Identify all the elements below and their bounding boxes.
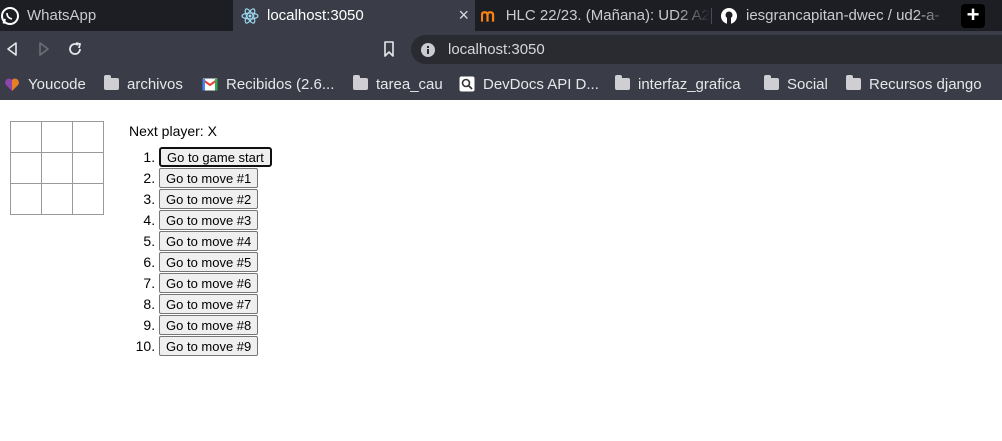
go-to-move-9-button[interactable]: Go to move #9: [159, 336, 259, 356]
bookmark-label: tarea_cau: [376, 75, 443, 93]
go-to-move-8-button[interactable]: Go to move #8: [159, 315, 259, 335]
square-3[interactable]: [10, 152, 42, 184]
bookmark-label: Recursos django: [869, 75, 982, 93]
board-row: [10, 183, 104, 215]
new-tab-button[interactable]: +: [961, 4, 985, 28]
board-row: [10, 121, 104, 153]
go-to-move-1-button[interactable]: Go to move #1: [159, 168, 259, 188]
bookmark-icon: [384, 41, 394, 57]
square-6[interactable]: [10, 183, 42, 215]
move-item: Go to game start: [159, 147, 272, 168]
forward-icon: [39, 42, 49, 56]
bookmark-label: DevDocs API D...: [483, 75, 599, 93]
bookmark-label: interfaz_grafica: [638, 75, 741, 93]
bookmark-tarea-cau[interactable]: tarea_cau: [353, 68, 443, 100]
github-icon: [721, 7, 737, 24]
move-item: Go to move #8: [159, 315, 272, 336]
square-5[interactable]: [72, 152, 104, 184]
back-button[interactable]: [1, 38, 23, 60]
board-row: [10, 152, 104, 184]
move-item: Go to move #2: [159, 189, 272, 210]
bookmark-button[interactable]: [378, 38, 400, 60]
address-bar[interactable]: localhost:3050: [411, 35, 1002, 64]
move-item: Go to move #3: [159, 210, 272, 231]
folder-icon: [615, 75, 630, 90]
square-0[interactable]: [10, 121, 42, 153]
tab-localhost-label: localhost:3050: [267, 7, 364, 24]
info-icon: [421, 42, 435, 57]
bookmark-label: Youcode: [28, 75, 86, 93]
bookmark-label: archivos: [127, 75, 183, 93]
reload-icon: [69, 42, 82, 55]
folder-icon: [104, 75, 119, 90]
tab-fade: [916, 0, 952, 31]
move-item: Go to move #9: [159, 336, 272, 357]
page-content: Next player: X Go to game start Go to mo…: [0, 100, 1002, 441]
move-item: Go to move #6: [159, 273, 272, 294]
bookmarks-bar: Youcode archivos Recibidos (2.6... tarea…: [0, 68, 1002, 100]
folder-icon: [353, 75, 368, 90]
move-item: Go to move #5: [159, 252, 272, 273]
folder-icon: [846, 75, 861, 90]
go-to-move-7-button[interactable]: Go to move #7: [159, 294, 259, 314]
url-text: localhost:3050: [448, 41, 545, 58]
tab-hlc[interactable]: HLC 22/23. (Mañana): UD2 A2: [475, 0, 710, 31]
bookmark-archivos[interactable]: archivos: [104, 68, 183, 100]
tab-github[interactable]: iesgrancapitan-dwec / ud2-a-: [712, 0, 952, 31]
tab-localhost[interactable]: localhost:3050 ×: [233, 0, 475, 31]
youcode-icon: [5, 78, 19, 91]
forward-button[interactable]: [33, 38, 55, 60]
bookmark-devdocs[interactable]: DevDocs API D...: [459, 68, 599, 100]
reload-button[interactable]: [64, 38, 86, 60]
whatsapp-icon: [1, 6, 19, 25]
moodle-icon: [481, 10, 495, 22]
devdocs-icon: [459, 76, 475, 92]
tab-whatsapp[interactable]: WhatsApp: [0, 0, 225, 31]
tab-strip: WhatsApp localhost:3050 × HLC 22/23. (Ma…: [0, 0, 1002, 31]
status-text: Next player: X: [129, 123, 217, 139]
bookmark-youcode[interactable]: Youcode: [4, 68, 86, 100]
bookmark-label: Recibidos (2.6...: [226, 75, 335, 93]
go-to-move-3-button[interactable]: Go to move #3: [159, 210, 259, 230]
bookmark-interfaz-grafica[interactable]: interfaz_grafica: [615, 68, 741, 100]
gmail-icon: [202, 78, 218, 90]
move-item: Go to move #1: [159, 168, 272, 189]
bookmark-label: Social: [787, 75, 828, 93]
square-8[interactable]: [72, 183, 104, 215]
back-icon: [7, 42, 17, 56]
square-2[interactable]: [72, 121, 104, 153]
move-item: Go to move #7: [159, 294, 272, 315]
game-info: Next player: X Go to game start Go to mo…: [129, 123, 272, 357]
tab-fade: [189, 0, 225, 31]
square-4[interactable]: [41, 152, 73, 184]
tab-github-label: iesgrancapitan-dwec / ud2-a-: [746, 7, 940, 24]
bookmark-recursos-django[interactable]: Recursos django: [846, 68, 982, 100]
square-7[interactable]: [41, 183, 73, 215]
go-to-game-start-button[interactable]: Go to game start: [159, 147, 272, 167]
bookmark-gmail[interactable]: Recibidos (2.6...: [202, 68, 334, 100]
game-board: [10, 121, 104, 215]
move-list: Go to game start Go to move #1 Go to mov…: [129, 147, 272, 357]
move-item: Go to move #4: [159, 231, 272, 252]
go-to-move-6-button[interactable]: Go to move #6: [159, 273, 259, 293]
react-icon: [241, 7, 259, 24]
go-to-move-5-button[interactable]: Go to move #5: [159, 252, 259, 272]
bookmark-social[interactable]: Social: [764, 68, 828, 100]
go-to-move-4-button[interactable]: Go to move #4: [159, 231, 259, 251]
close-tab-icon[interactable]: ×: [458, 5, 469, 26]
go-to-move-2-button[interactable]: Go to move #2: [159, 189, 259, 209]
tab-fade: [674, 0, 710, 31]
square-1[interactable]: [41, 121, 73, 153]
folder-icon: [764, 75, 779, 90]
tab-whatsapp-label: WhatsApp: [27, 7, 97, 24]
